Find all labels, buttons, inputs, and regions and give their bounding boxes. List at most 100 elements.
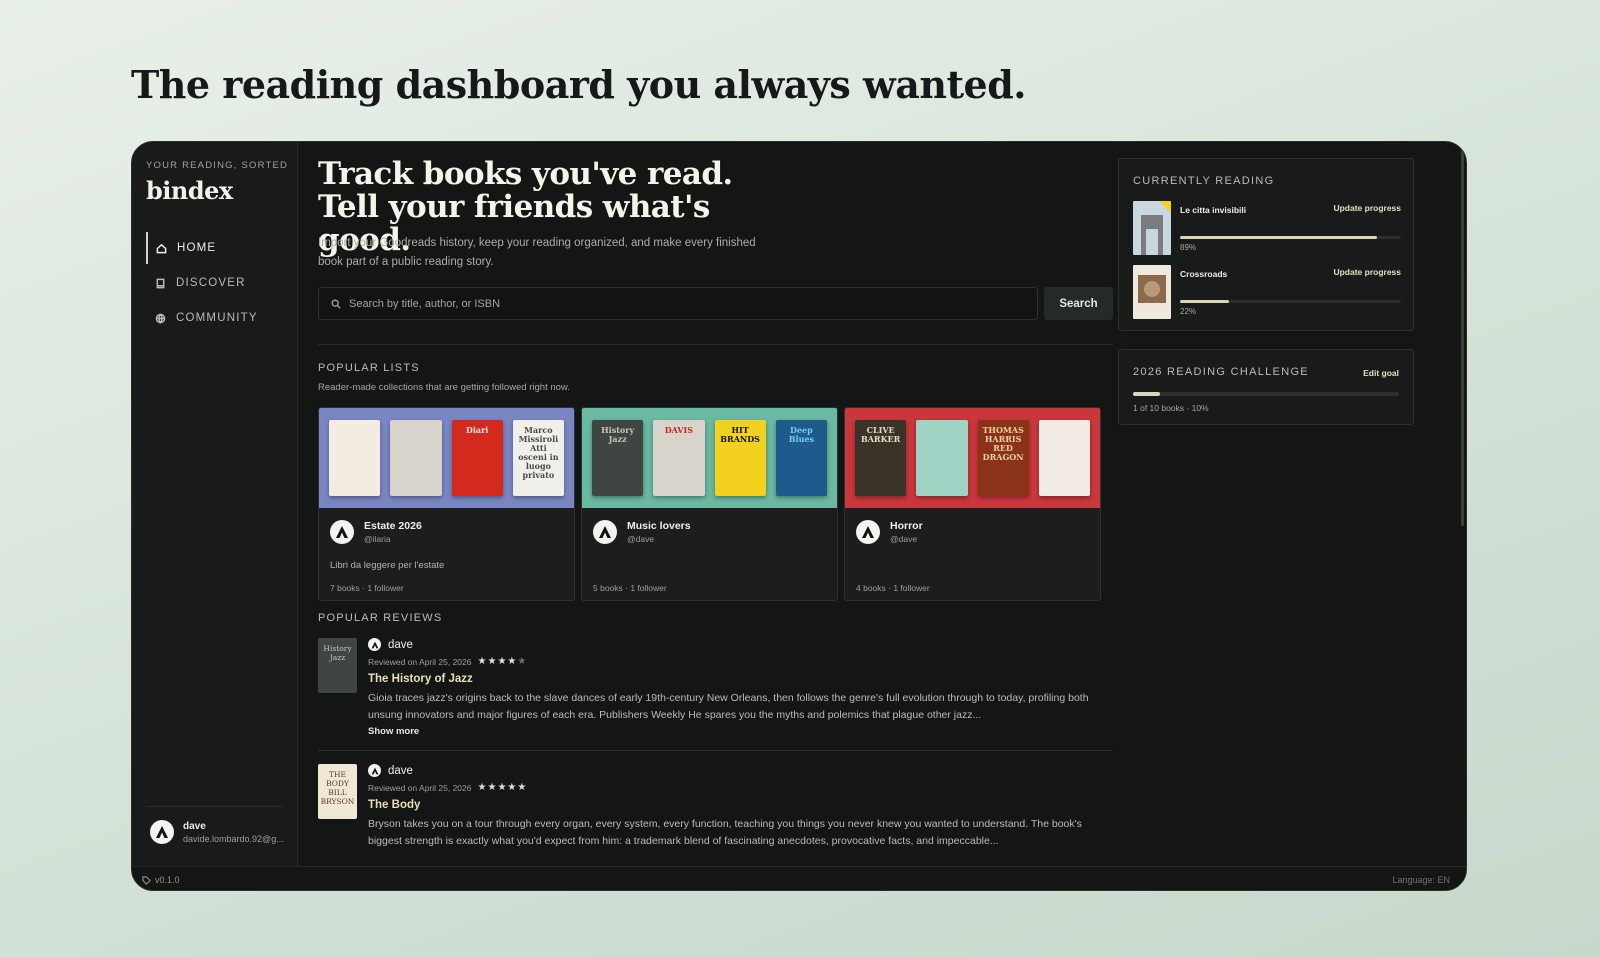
book-cover-text: Deep Blues (788, 425, 814, 444)
book-icon (156, 278, 165, 288)
book-cover-text: CLIVE BARKER (860, 425, 901, 444)
challenge-meta: 1 of 10 books · 10% (1133, 403, 1209, 413)
book-cover-text: Marco Missiroli Atti osceni in luogo pri… (518, 425, 559, 480)
reading-book-title[interactable]: Crossroads (1180, 269, 1227, 279)
show-more-link[interactable]: Show more (368, 726, 1108, 737)
reading-book-cover[interactable] (1133, 265, 1171, 319)
avatar (856, 520, 880, 544)
book-cover (390, 420, 442, 496)
reading-book-title[interactable]: Le citta invisibili (1180, 205, 1246, 215)
nav-label-home: HOME (177, 242, 217, 254)
list-owner: Horror @dave (856, 520, 923, 544)
review-divider (318, 750, 1113, 751)
hero-title: The reading dashboard you always wanted. (131, 62, 1027, 107)
nav-item-discover[interactable]: DISCOVER (146, 267, 290, 299)
list-meta: 7 books · 1 follower (330, 583, 404, 593)
avatar (593, 520, 617, 544)
globe-icon (155, 313, 166, 324)
review-cover-text: History Jazz (323, 644, 352, 662)
list-card[interactable]: Diari Marco Missiroli Atti osceni in luog… (318, 407, 575, 601)
star-empty-icon: ★ (517, 656, 527, 667)
review-date: Reviewed on April 25, 2026 (368, 782, 472, 793)
star-filled-icon: ★ (487, 782, 497, 793)
reviewer-avatar (368, 764, 381, 777)
update-progress-link[interactable]: Update progress (1333, 203, 1401, 213)
book-cover: Diari (451, 420, 503, 496)
language-label[interactable]: Language: EN (1392, 875, 1450, 885)
list-description: Libri da leggere per l'estate (330, 560, 445, 571)
book-cover: HIT BRANDS (714, 420, 766, 496)
popular-lists-title: POPULAR LISTS (318, 362, 420, 374)
user-avatar-icon (156, 826, 168, 838)
avatar (330, 520, 354, 544)
star-filled-icon: ★ (507, 656, 517, 667)
reading-progress-bar (1180, 300, 1401, 303)
reading-item: Le citta invisibili Update progress 89% (1133, 201, 1401, 256)
star-rating: ★ ★ ★ ★ ★ (478, 656, 527, 667)
app-logo[interactable]: bindex (146, 176, 233, 205)
star-filled-icon: ★ (497, 656, 507, 667)
nav-label-discover: DISCOVER (176, 277, 246, 289)
reading-progress-label: 89% (1180, 243, 1197, 252)
version-text: v0.1.0 (155, 875, 180, 885)
review-text: Bryson takes you on a tour through every… (368, 818, 1082, 847)
review-book-cover[interactable]: THE BODY BILL BRYSON (318, 764, 357, 819)
book-cover: THOMAS HARRIS RED DRAGON (977, 420, 1029, 496)
popular-reviews-title: POPULAR REVIEWS (318, 612, 443, 624)
sidebar-divider (146, 806, 283, 807)
section-divider (318, 344, 1113, 345)
scrollbar[interactable] (1461, 150, 1464, 526)
search-icon (331, 299, 341, 309)
list-cover-strip: Diari Marco Missiroli Atti osceni in luog… (319, 408, 574, 508)
review-book-cover[interactable]: History Jazz (318, 638, 357, 693)
search-button[interactable]: Search (1044, 287, 1113, 320)
review-text: Gioia traces jazz's origins back to the … (368, 692, 1089, 721)
currently-reading-title: CURRENTLY READING (1133, 175, 1275, 187)
sidebar-tagline: YOUR READING, SORTED (146, 160, 289, 171)
nav-item-home[interactable]: HOME (146, 232, 290, 264)
user-profile[interactable]: dave davide.lombardo.92@g... (150, 820, 284, 844)
list-card[interactable]: CLIVE BARKER THOMAS HARRIS RED DRAGON Horr… (844, 407, 1101, 601)
book-cover (916, 420, 968, 496)
reviewer-name[interactable]: dave (388, 639, 413, 651)
avatar (150, 820, 174, 844)
update-progress-link[interactable]: Update progress (1333, 267, 1401, 277)
footer: v0.1.0 Language: EN (132, 866, 1466, 890)
review-book-title[interactable]: The Body (368, 799, 1108, 811)
list-owner-handle[interactable]: @dave (890, 534, 923, 544)
sidebar: YOUR READING, SORTED bindex HOME DISCOVE… (132, 142, 298, 866)
list-title[interactable]: Horror (890, 520, 923, 532)
list-card[interactable]: History Jazz DAVIS HIT BRANDS Deep Blues Mus… (581, 407, 838, 601)
book-cover: Marco Missiroli Atti osceni in luogo pri… (512, 420, 564, 496)
list-meta: 5 books · 1 follower (593, 583, 667, 593)
main-content: Track books you've read. Tell your frien… (318, 142, 1113, 866)
version-label: v0.1.0 (142, 875, 180, 885)
book-cover-text: DAVIS (664, 425, 694, 435)
book-cover-text: HIT BRANDS (720, 425, 760, 444)
list-owner-handle[interactable]: @ilaria (364, 534, 422, 544)
review-item: THE BODY BILL BRYSON dave Reviewed on Ap… (318, 764, 1113, 864)
edit-goal-link[interactable]: Edit goal (1363, 368, 1399, 378)
popular-lists-subtitle: Reader-made collections that are getting… (318, 382, 570, 393)
nav-item-community[interactable]: COMMUNITY (146, 302, 290, 334)
list-title[interactable]: Music lovers (627, 520, 691, 532)
challenge-title: 2026 READING CHALLENGE (1133, 366, 1309, 378)
home-icon (156, 243, 167, 253)
list-owner: Music lovers @dave (593, 520, 691, 544)
star-filled-icon: ★ (497, 782, 507, 793)
search-input[interactable]: Search by title, author, or ISBN (318, 287, 1038, 320)
book-cover (329, 420, 381, 496)
reviewer-name[interactable]: dave (388, 765, 413, 777)
reading-book-cover[interactable] (1133, 201, 1171, 255)
list-title[interactable]: Estate 2026 (364, 520, 422, 532)
review-cover-text: THE BODY BILL BRYSON (320, 770, 355, 806)
review-book-title[interactable]: The History of Jazz (368, 673, 1108, 685)
star-filled-icon: ★ (487, 656, 497, 667)
book-cover (1038, 420, 1090, 496)
search-placeholder: Search by title, author, or ISBN (349, 297, 501, 310)
book-cover: CLIVE BARKER (855, 420, 907, 496)
list-cover-strip: History Jazz DAVIS HIT BRANDS Deep Blues (582, 408, 837, 508)
list-owner-handle[interactable]: @dave (627, 534, 691, 544)
star-filled-icon: ★ (477, 782, 487, 793)
reviewer-avatar (368, 638, 381, 651)
